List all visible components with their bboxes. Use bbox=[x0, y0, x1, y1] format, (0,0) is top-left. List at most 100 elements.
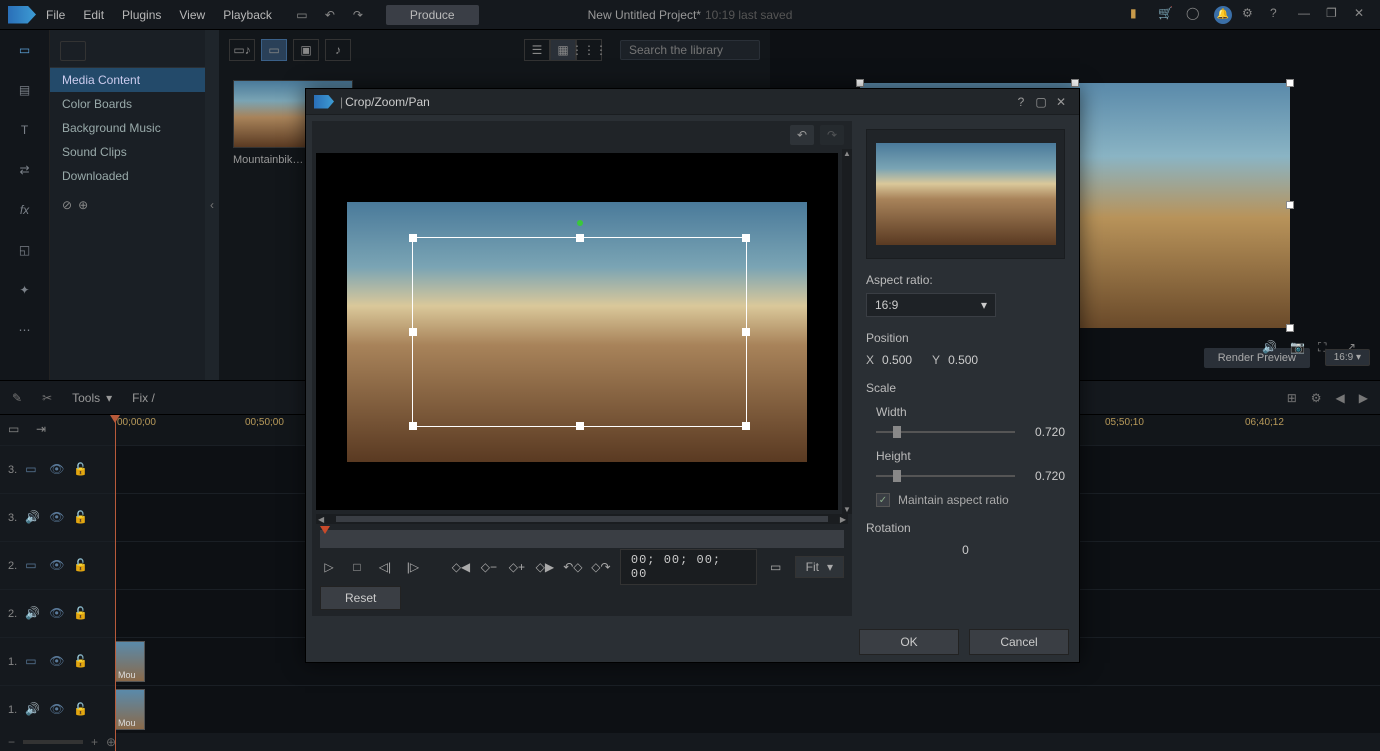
track-audio-icon[interactable]: 🔊 bbox=[25, 702, 41, 718]
ok-button[interactable]: OK bbox=[859, 629, 959, 655]
crop-handle-tr[interactable] bbox=[742, 234, 750, 242]
rail-text-icon[interactable]: T bbox=[13, 118, 37, 142]
timeline-clip[interactable]: Mou bbox=[115, 641, 145, 682]
crop-rectangle[interactable] bbox=[412, 237, 747, 427]
rail-transition-icon[interactable]: ⇄ bbox=[13, 158, 37, 182]
height-slider[interactable] bbox=[876, 475, 1015, 477]
stop-icon[interactable]: □ bbox=[348, 558, 366, 576]
zoom-slider[interactable] bbox=[23, 740, 83, 744]
rail-particle-icon[interactable]: ✦ bbox=[13, 278, 37, 302]
crop-handle-tm[interactable] bbox=[576, 234, 584, 242]
library-search[interactable]: 🔍 bbox=[620, 40, 760, 60]
dup-prev-icon[interactable]: ↶◇ bbox=[564, 558, 582, 576]
height-slider-thumb[interactable] bbox=[893, 470, 901, 482]
track-lock-icon[interactable]: 🔓 bbox=[73, 558, 89, 574]
add-tag-icon[interactable]: ⊕ bbox=[78, 198, 88, 212]
preview-handle-br[interactable] bbox=[1286, 324, 1294, 332]
menu-playback[interactable]: Playback bbox=[223, 8, 272, 22]
preview-handle-tr[interactable] bbox=[1286, 79, 1294, 87]
track-snap-icon[interactable]: ⇥ bbox=[36, 422, 56, 438]
fix-menu[interactable]: Fix / bbox=[132, 391, 155, 405]
dialog-redo-icon[interactable]: ↷ bbox=[820, 125, 844, 145]
timecode-display[interactable]: 00; 00; 00; 00 bbox=[620, 549, 757, 585]
track-video-icon[interactable]: ▭ bbox=[25, 654, 41, 670]
side-item-bg-music[interactable]: Background Music bbox=[50, 116, 205, 140]
tv-icon[interactable]: ▭ bbox=[767, 558, 785, 576]
menu-view[interactable]: View bbox=[179, 8, 205, 22]
width-value[interactable]: 0.720 bbox=[1025, 425, 1065, 439]
zoom-in-icon[interactable]: + bbox=[91, 735, 98, 749]
crop-handle-bm[interactable] bbox=[576, 422, 584, 430]
next-keyframe-icon[interactable]: ◇▶ bbox=[536, 558, 554, 576]
zoom-out-icon[interactable]: − bbox=[8, 735, 15, 749]
filter-audio-icon[interactable]: ♪ bbox=[325, 39, 351, 61]
crop-playhead[interactable] bbox=[320, 526, 330, 534]
tool-ruler-icon[interactable]: ⊞ bbox=[1287, 391, 1297, 405]
pos-x-value[interactable]: 0.500 bbox=[882, 353, 912, 367]
dialog-maximize-icon[interactable]: ▢ bbox=[1031, 92, 1051, 112]
track-body[interactable]: Mou bbox=[115, 686, 1380, 733]
notification-icon[interactable]: 🔔 bbox=[1214, 6, 1232, 24]
tool-arrow-left-icon[interactable]: ◀ bbox=[1336, 391, 1345, 405]
minimize-icon[interactable]: — bbox=[1298, 6, 1316, 24]
preview-handle-rm[interactable] bbox=[1286, 201, 1294, 209]
track-audio-icon[interactable]: 🔊 bbox=[25, 510, 41, 526]
produce-button[interactable]: Produce bbox=[386, 5, 479, 25]
crop-handle-br[interactable] bbox=[742, 422, 750, 430]
tag-icon[interactable]: ⊘ bbox=[62, 198, 72, 212]
track-lock-icon[interactable]: 🔓 bbox=[73, 702, 89, 718]
close-app-icon[interactable]: ✕ bbox=[1354, 6, 1372, 24]
filter-image-icon[interactable]: ▣ bbox=[293, 39, 319, 61]
crop-handle-rm[interactable] bbox=[742, 328, 750, 336]
menu-plugins[interactable]: Plugins bbox=[122, 8, 161, 22]
track-audio-icon[interactable]: 🔊 bbox=[25, 606, 41, 622]
crop-timeline[interactable] bbox=[320, 530, 844, 548]
reset-button[interactable]: Reset bbox=[320, 586, 401, 610]
track-video-icon[interactable]: ▭ bbox=[25, 558, 41, 574]
tools-menu[interactable]: Tools ▾ bbox=[72, 391, 112, 405]
preview-handle-tm[interactable] bbox=[1071, 79, 1079, 87]
rail-overlay-icon[interactable]: ◱ bbox=[13, 238, 37, 262]
track-video-icon[interactable]: ▭ bbox=[25, 462, 41, 478]
playhead[interactable] bbox=[115, 415, 116, 751]
brush-icon[interactable]: ✎ bbox=[12, 391, 22, 405]
view-details-icon[interactable]: ⋮⋮⋮ bbox=[576, 39, 602, 61]
side-item-sound-clips[interactable]: Sound Clips bbox=[50, 140, 205, 164]
cancel-button[interactable]: Cancel bbox=[969, 629, 1069, 655]
menu-edit[interactable]: Edit bbox=[83, 8, 104, 22]
track-visibility-icon[interactable]: 👁 bbox=[49, 654, 65, 670]
menu-file[interactable]: File bbox=[46, 8, 65, 22]
side-collapse-toggle[interactable]: ‹ bbox=[205, 30, 219, 380]
preview-audio-icon[interactable]: 🔊 bbox=[1262, 340, 1282, 360]
pos-y-value[interactable]: 0.500 bbox=[948, 353, 978, 367]
crop-vscroll[interactable] bbox=[842, 149, 852, 514]
track-lock-icon[interactable]: 🔓 bbox=[73, 510, 89, 526]
crop-handle-lm[interactable] bbox=[409, 328, 417, 336]
user-icon[interactable]: ◯ bbox=[1186, 6, 1204, 24]
track-lock-icon[interactable]: 🔓 bbox=[73, 462, 89, 478]
crop-hscroll[interactable] bbox=[316, 514, 848, 524]
dialog-help-icon[interactable]: ? bbox=[1011, 92, 1031, 112]
track-lock-icon[interactable]: 🔓 bbox=[73, 654, 89, 670]
side-item-downloaded[interactable]: Downloaded bbox=[50, 164, 205, 188]
track-lock-icon[interactable]: 🔓 bbox=[73, 606, 89, 622]
height-value[interactable]: 0.720 bbox=[1025, 469, 1065, 483]
undo-icon[interactable]: ↶ bbox=[320, 5, 340, 25]
width-slider-thumb[interactable] bbox=[893, 426, 901, 438]
redo-icon[interactable]: ↷ bbox=[348, 5, 368, 25]
aspect-ratio-select[interactable]: 16:9▾ bbox=[866, 293, 996, 317]
maintain-aspect-checkbox[interactable]: ✓ bbox=[876, 493, 890, 507]
prev-frame-icon[interactable]: ◁| bbox=[376, 558, 394, 576]
preview-aspect-selector[interactable]: 16:9 ▾ bbox=[1325, 349, 1370, 366]
track-visibility-icon[interactable]: 👁 bbox=[49, 558, 65, 574]
dialog-close-icon[interactable]: ✕ bbox=[1051, 92, 1071, 112]
cut-icon[interactable]: ✂ bbox=[42, 391, 52, 405]
side-item-media-content[interactable]: Media Content bbox=[50, 68, 205, 92]
tool-arrow-right-icon[interactable]: ▶ bbox=[1359, 391, 1368, 405]
track-visibility-icon[interactable]: 👁 bbox=[49, 606, 65, 622]
width-slider[interactable] bbox=[876, 431, 1015, 433]
play-icon[interactable]: ▷ bbox=[320, 558, 338, 576]
gift-icon[interactable]: ▮ bbox=[1130, 6, 1148, 24]
panel-add-icon[interactable] bbox=[60, 41, 86, 61]
tool-gear-icon[interactable]: ⚙ bbox=[1311, 391, 1322, 405]
